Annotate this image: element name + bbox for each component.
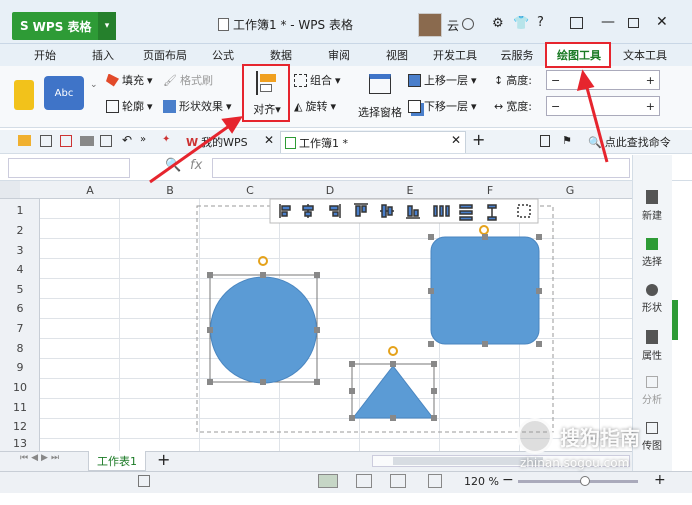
arrow-to-drawing-tools-icon bbox=[584, 83, 609, 163]
arrow-to-align-icon bbox=[149, 122, 233, 184]
annotation-arrows bbox=[149, 69, 609, 184]
